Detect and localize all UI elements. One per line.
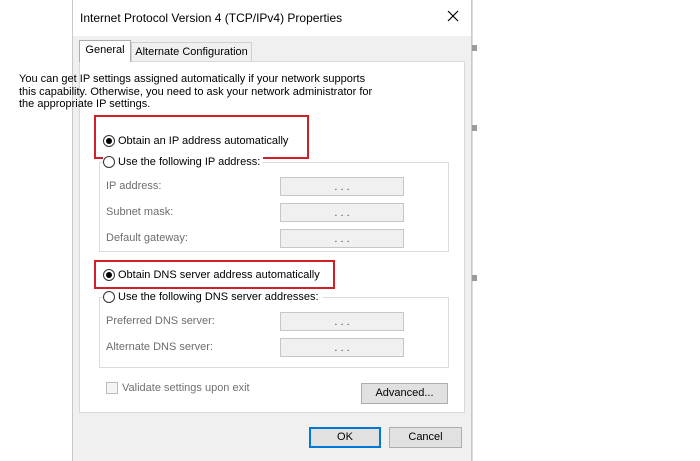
radio-selected-icon xyxy=(103,269,115,281)
background-divider xyxy=(472,0,473,461)
preferred-dns-input[interactable]: . . . xyxy=(280,312,404,331)
obtain-ip-automatically-radio[interactable]: Obtain an IP address automatically xyxy=(103,135,288,147)
default-gateway-value: . . . xyxy=(334,232,350,245)
title-bar: Internet Protocol Version 4 (TCP/IPv4) P… xyxy=(73,0,471,36)
cancel-button[interactable]: Cancel xyxy=(389,427,462,448)
checkbox-icon xyxy=(106,382,118,394)
validate-settings-checkbox[interactable]: Validate settings upon exit xyxy=(106,382,250,394)
obtain-ip-automatically-label: Obtain an IP address automatically xyxy=(118,135,289,147)
subnet-mask-input[interactable]: . . . xyxy=(280,203,404,222)
radio-selected-icon xyxy=(103,135,115,147)
use-following-dns-label: Use the following DNS server addresses: xyxy=(118,291,319,303)
ip-address-input[interactable]: . . . xyxy=(280,177,404,196)
manual-dns-group xyxy=(99,297,449,368)
background-marker xyxy=(472,275,477,281)
radio-unselected-icon xyxy=(103,291,115,303)
close-icon[interactable] xyxy=(445,8,461,24)
intro-text: You can get IP settings assigned automat… xyxy=(19,73,373,110)
use-following-dns-radio[interactable]: Use the following DNS server addresses: xyxy=(103,291,322,303)
ok-button[interactable]: OK xyxy=(309,427,381,448)
radio-unselected-icon xyxy=(103,156,115,168)
preferred-dns-label: Preferred DNS server: xyxy=(106,315,215,327)
subnet-mask-label: Subnet mask: xyxy=(106,206,174,218)
use-following-ip-label: Use the following IP address: xyxy=(118,156,261,168)
background-marker xyxy=(472,125,477,131)
preferred-dns-value: . . . xyxy=(334,315,350,328)
background-window xyxy=(472,0,700,461)
default-gateway-label: Default gateway: xyxy=(106,232,188,244)
ip-address-value: . . . xyxy=(334,180,350,193)
subnet-mask-value: . . . xyxy=(334,206,350,219)
use-following-ip-radio[interactable]: Use the following IP address: xyxy=(103,156,264,168)
obtain-dns-automatically-label: Obtain DNS server address automatically xyxy=(118,269,320,281)
ip-address-label: IP address: xyxy=(106,180,162,192)
alternate-dns-label: Alternate DNS server: xyxy=(106,341,213,353)
window-title: Internet Protocol Version 4 (TCP/IPv4) P… xyxy=(80,11,343,25)
validate-settings-label: Validate settings upon exit xyxy=(122,382,250,394)
obtain-dns-automatically-radio[interactable]: Obtain DNS server address automatically xyxy=(103,269,320,281)
background-marker xyxy=(472,45,477,51)
tab-general[interactable]: General xyxy=(79,40,131,62)
tab-alternate-configuration[interactable]: Alternate Configuration xyxy=(131,42,252,62)
default-gateway-input[interactable]: . . . xyxy=(280,229,404,248)
advanced-button[interactable]: Advanced... xyxy=(361,383,448,404)
alternate-dns-value: . . . xyxy=(334,341,350,354)
alternate-dns-input[interactable]: . . . xyxy=(280,338,404,357)
